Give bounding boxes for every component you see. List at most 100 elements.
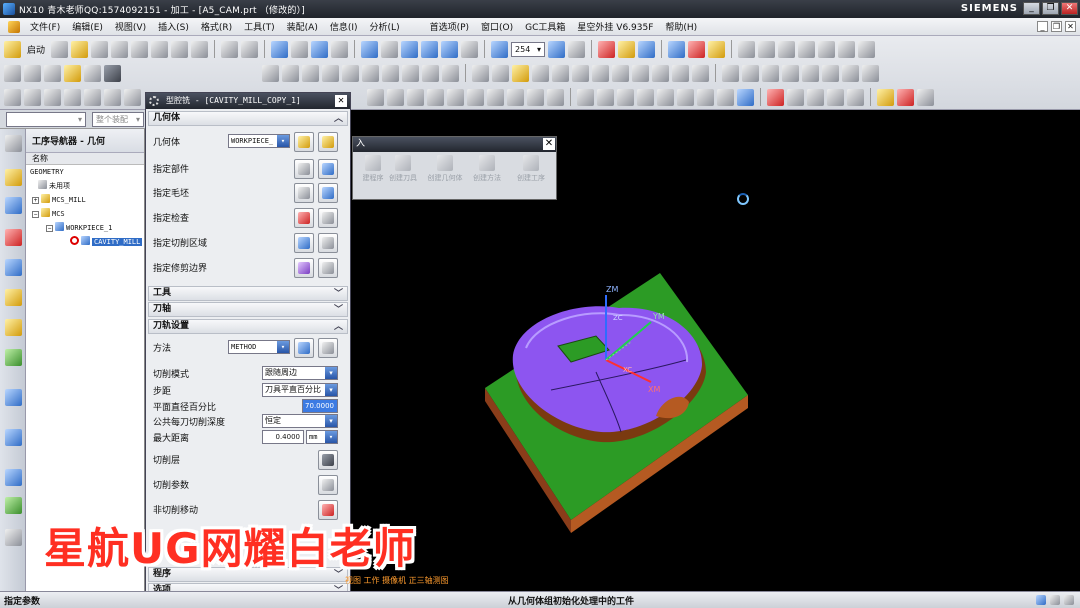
menu-assembly[interactable]: 装配(A) [281, 20, 324, 33]
paste-icon[interactable] [171, 40, 189, 58]
section-geometry[interactable]: 几何体 ︿ [148, 111, 348, 126]
menu-file[interactable]: 文件(F) [24, 20, 66, 33]
op-icon-3[interactable] [617, 88, 634, 106]
op-icon-4[interactable] [637, 88, 654, 106]
maximize-button[interactable]: ❐ [1042, 2, 1059, 15]
doc-restore-button[interactable]: ❐ [1051, 21, 1062, 32]
block-icon-6[interactable] [838, 40, 856, 58]
machine-icon[interactable] [847, 88, 864, 106]
rotate-view-icon[interactable] [381, 40, 399, 58]
collapse-icon[interactable]: − [46, 225, 53, 232]
clock-icon[interactable] [5, 469, 22, 486]
layer-settings-icon[interactable] [548, 40, 566, 58]
ellipse-icon[interactable] [612, 64, 629, 82]
find-icon[interactable] [331, 40, 349, 58]
save-icon[interactable] [91, 40, 109, 58]
scale-combo[interactable]: 254 ▾ [511, 41, 546, 57]
line-icon[interactable] [472, 64, 489, 82]
show-part-button[interactable] [318, 159, 338, 179]
geometry-view-icon[interactable] [5, 229, 22, 246]
block-icon-7[interactable] [858, 40, 876, 58]
dialog-close-button[interactable]: ✕ [335, 95, 347, 107]
curve-icon-7[interactable] [382, 64, 399, 82]
op-icon-8[interactable] [717, 88, 734, 106]
filter-combo-1[interactable]: ▾ [6, 112, 86, 127]
cam-icon-2[interactable] [24, 88, 41, 106]
print-icon[interactable] [111, 40, 129, 58]
doc-close-button[interactable]: ✕ [1065, 21, 1076, 32]
csys-icon[interactable] [638, 40, 656, 58]
start-icon[interactable] [4, 40, 21, 58]
assembly-navigator-icon[interactable] [5, 319, 22, 336]
tree-node-mcs-mill[interactable]: + MCS_MILL [26, 193, 144, 207]
offset-curve-icon[interactable] [672, 64, 689, 82]
op-icon-7[interactable] [697, 88, 714, 106]
menu-gc-toolbox[interactable]: GC工具箱 [519, 20, 571, 33]
section-tool-axis[interactable]: 刀轴 ﹀ [148, 302, 348, 317]
collapse-chevron-icon[interactable]: ︿ [334, 321, 343, 334]
spline-icon[interactable] [632, 64, 649, 82]
block-icon-4[interactable] [798, 40, 816, 58]
show-blank-button[interactable] [318, 183, 338, 203]
surface-icon-3[interactable] [407, 88, 424, 106]
background-icon[interactable] [461, 40, 479, 58]
expand-chevron-icon[interactable]: ﹀ [334, 288, 343, 301]
menu-insert[interactable]: 插入(S) [152, 20, 195, 33]
reuse-library-icon[interactable] [5, 349, 22, 366]
roles-icon[interactable] [5, 529, 22, 546]
plugin-icon-2[interactable] [897, 88, 914, 106]
settings-gear-icon[interactable] [5, 135, 22, 152]
surface-icon-2[interactable] [387, 88, 404, 106]
max-distance-unit-select[interactable]: mm ▾ [306, 430, 338, 444]
sketch-icon[interactable] [4, 64, 21, 82]
cut-pattern-select[interactable]: 跟随周边 ▾ [262, 366, 338, 380]
text-icon[interactable] [592, 64, 609, 82]
undo-icon[interactable] [221, 40, 239, 58]
edit-curve-icon-2[interactable] [742, 64, 759, 82]
menu-info[interactable]: 信息(I) [324, 20, 364, 33]
curve-icon-6[interactable] [362, 64, 379, 82]
block-icon-5[interactable] [818, 40, 836, 58]
machine-tool-view-icon[interactable] [5, 197, 22, 214]
create-method-button[interactable]: 创建方法 [467, 155, 507, 183]
section-path-settings[interactable]: 刀轨设置 ︿ [148, 319, 348, 334]
max-distance-input[interactable]: 0.4000 [262, 430, 304, 444]
assembly-filter-combo[interactable]: 整个装配 ▾ [92, 112, 144, 127]
status-icon-1[interactable] [1036, 595, 1046, 605]
status-icon-3[interactable] [1064, 595, 1074, 605]
redo-icon[interactable] [241, 40, 259, 58]
circle-icon[interactable] [512, 64, 529, 82]
edit-curve-icon-6[interactable] [822, 64, 839, 82]
edit-method-button[interactable] [318, 338, 338, 358]
point-icon[interactable] [572, 64, 589, 82]
menu-edit[interactable]: 编辑(E) [66, 20, 109, 33]
post-icon[interactable] [787, 88, 804, 106]
shaded-cube-icon[interactable] [401, 40, 419, 58]
boss-icon[interactable] [84, 64, 101, 82]
show-cut-area-button[interactable] [318, 233, 338, 253]
new-method-button[interactable] [294, 338, 314, 358]
curve-icon-5[interactable] [342, 64, 359, 82]
specify-blank-button[interactable] [294, 183, 314, 203]
surface-icon-8[interactable] [507, 88, 524, 106]
insert-toolbar-close-button[interactable]: ✕ [543, 138, 555, 150]
curve-icon-8[interactable] [402, 64, 419, 82]
revolve-icon[interactable] [44, 64, 61, 82]
column-header-name[interactable]: 名称 [26, 153, 144, 165]
section-tool[interactable]: 工具 ﹀ [148, 286, 348, 301]
polygon-icon[interactable] [552, 64, 569, 82]
block-icon-2[interactable] [758, 40, 776, 58]
stepover-select[interactable]: 刀具平直百分比 ▾ [262, 383, 338, 397]
measure-icon[interactable] [618, 40, 636, 58]
menu-help[interactable]: 帮助(H) [659, 20, 703, 33]
palette-icon[interactable] [5, 497, 22, 514]
specify-check-button[interactable] [294, 208, 314, 228]
curve-icon-1[interactable] [262, 64, 279, 82]
specify-trim-button[interactable] [294, 258, 314, 278]
cam-icon-7[interactable] [124, 88, 141, 106]
cut-params-button[interactable] [318, 475, 338, 495]
copy-icon[interactable] [151, 40, 169, 58]
rectangle-icon[interactable] [532, 64, 549, 82]
menu-format[interactable]: 格式(R) [195, 20, 238, 33]
surface-icon-6[interactable] [467, 88, 484, 106]
